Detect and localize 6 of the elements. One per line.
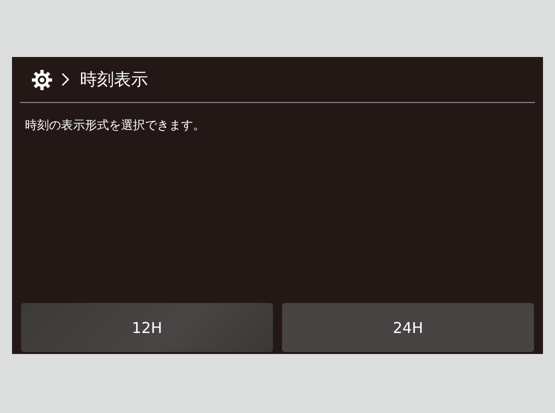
settings-icon <box>31 68 53 90</box>
description-text: 時刻の表示形式を選択できます。 <box>25 117 206 134</box>
screen-title: 時刻表示 <box>80 69 148 91</box>
chevron-icon <box>61 72 70 87</box>
format-option-button[interactable]: 12H <box>21 303 273 352</box>
format-option-button[interactable]: 24H <box>282 303 534 352</box>
